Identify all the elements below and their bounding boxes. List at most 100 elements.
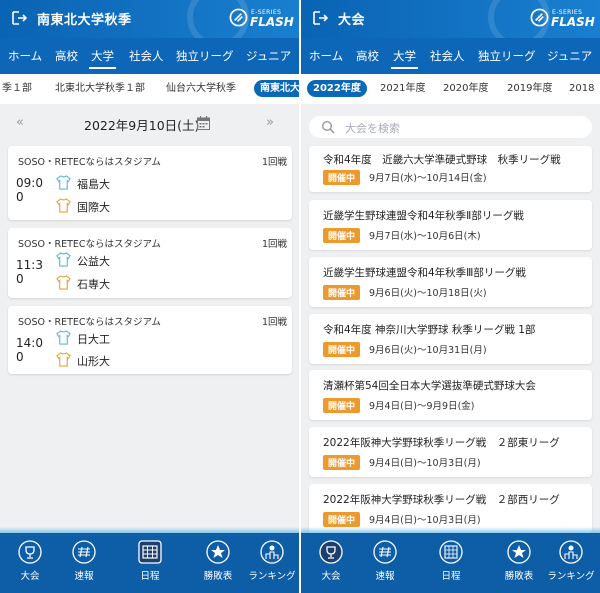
status-badge: 開催中 [323,342,361,357]
tournament-name: 近畿学生野球連盟令和4年秋季Ⅱ部リーグ戦 [323,210,524,222]
tournament-period: 9月6日(火)〜10月18日(火) [369,288,487,299]
status-badge: 開催中 [323,228,361,243]
tab-independent-league[interactable]: 独立リーグ [478,48,536,64]
nav-label: ランキング [547,571,595,582]
league-tab-active[interactable]: 南東北大 [254,80,299,97]
brand-logo: E-SERIES FLASH [229,6,294,32]
prev-day-button[interactable]: « [16,115,24,130]
game-card[interactable]: SOSO・RETECならはスタジアム 1回戦 09:0 0 福島大 国際大 [8,146,292,220]
next-day-button[interactable]: » [266,115,274,130]
tournament-card[interactable]: 近畿学生野球連盟令和4年秋季Ⅲ部リーグ戦 開催中 9月6日(火)〜10月18日(… [309,257,592,307]
nav-ranking[interactable]: ランキング [541,540,600,590]
tab-home[interactable]: ホーム [8,48,42,64]
year-tab[interactable]: 2020年度 [443,80,488,97]
brand-name-text: FLASH [250,15,294,29]
tournament-card[interactable]: 令和4年度 神奈川大学野球 秋季リーグ戦 1部 開催中 9月6日(火)〜10月3… [309,314,592,364]
status-badge: 開催中 [323,398,361,413]
league-tab[interactable]: 仙台六大学秋季 [166,80,236,97]
tournament-card[interactable]: 清瀬杯第54回全日本大学選抜準硬式野球大会 開催中 9月4日(日)〜9月9日(金… [309,370,592,420]
tournament-period: 9月4日(日)〜9月9日(金) [369,401,475,412]
game-card[interactable]: SOSO・RETECならはスタジアム 1回戦 14:0 0 日大工 山形大 [8,306,292,374]
tab-university[interactable]: 大学 [391,48,418,69]
year-tabs: 2022年度 2021年度 2020年度 2019年度 2018 [301,74,600,104]
status-badge: 開催中 [323,455,361,470]
trophy-icon [18,540,42,564]
tab-independent-league[interactable]: 独立リーグ [176,48,234,64]
home-team: 公益大 [77,255,110,268]
league-tab[interactable]: 北東北大学秋季１部 [55,80,145,97]
tournament-name: 近畿学生野球連盟令和4年秋季Ⅲ部リーグ戦 [323,267,526,279]
round-label: 1回戦 [261,239,287,250]
search-icon [321,120,335,134]
ranking-icon [559,540,583,564]
game-card[interactable]: SOSO・RETECならはスタジアム 1回戦 11:3 0 公益大 石専大 [8,228,292,298]
nav-tournament[interactable]: 大会 [0,540,60,590]
tab-high-school[interactable]: 高校 [55,48,78,64]
nav-ranking[interactable]: ランキング [242,540,299,590]
tournament-name: 令和4年度 近畿六大学準硬式野球 秋季リーグ戦 [323,154,561,166]
live-score-icon [373,540,397,564]
round-label: 1回戦 [261,317,287,328]
bottom-nav: 大会 速報 日程 勝敗表 ランキング [0,527,299,593]
year-tab[interactable]: 2018 [569,80,594,97]
nav-label: 速報 [74,571,94,582]
nav-live[interactable]: 速報 [54,540,114,590]
star-icon [206,540,230,564]
tournament-screen: 大会 E-SERIES FLASH ホーム 高校 大学 社会人 独立リーグ ジュ… [301,0,600,593]
tab-junior[interactable]: ジュニア [547,48,592,64]
nav-label: 日程 [140,571,160,582]
ranking-icon [260,540,284,564]
tournament-period: 9月7日(水)〜10月14日(金) [369,173,487,184]
away-shirt-icon [56,198,71,213]
search-placeholder: 大会を検索 [345,122,400,135]
game-time: 14:0 0 [16,336,43,364]
year-tab[interactable]: 2019年度 [507,80,552,97]
away-team: 石専大 [77,278,110,291]
league-tab[interactable]: 季１部 [2,80,32,97]
page-title: 南東北大学秋季 [37,13,132,28]
exit-icon[interactable] [10,9,28,27]
nav-schedule[interactable]: 日程 [120,540,180,590]
schedule-screen: 南東北大学秋季 E-SERIES FLASH ホーム 高校 大学 社会人 独立リ… [0,0,299,593]
status-badge: 開催中 [323,170,361,185]
tournament-name: 令和4年度 神奈川大学野球 秋季リーグ戦 1部 [323,324,536,336]
tournament-period: 9月6日(火)〜10月31日(月) [369,345,487,356]
nav-label: 大会 [321,571,341,582]
category-tabs: ホーム 高校 大学 社会人 独立リーグ ジュニア [0,38,299,74]
nav-standings[interactable]: 勝敗表 [188,540,248,590]
game-time: 09:0 0 [16,176,43,204]
tournament-period: 9月4日(日)〜10月3日(月) [369,515,481,526]
tab-university[interactable]: 大学 [89,48,116,69]
calendar-icon[interactable] [197,116,210,130]
tournament-period: 9月7日(水)〜10月6日(木) [369,231,481,242]
tournament-card[interactable]: 2022年阪神大学野球秋季リーグ戦 ２部東リーグ 開催中 9月4日(日)〜10月… [309,427,592,477]
nav-schedule[interactable]: 日程 [421,540,481,590]
year-tab[interactable]: 2021年度 [380,80,425,97]
tournament-card[interactable]: 令和4年度 近畿六大学準硬式野球 秋季リーグ戦 開催中 9月7日(水)〜10月1… [309,146,592,192]
search-input[interactable]: 大会を検索 [309,116,592,138]
nav-standings[interactable]: 勝敗表 [489,540,549,590]
away-team: 山形大 [77,355,110,368]
round-label: 1回戦 [261,157,287,168]
tournament-name: 清瀬杯第54回全日本大学選抜準硬式野球大会 [323,380,536,392]
nav-live[interactable]: 速報 [355,540,415,590]
tournament-name: 2022年阪神大学野球秋季リーグ戦 ２部東リーグ [323,437,560,449]
nav-tournament[interactable]: 大会 [301,540,361,590]
tournament-card[interactable]: 近畿学生野球連盟令和4年秋季Ⅱ部リーグ戦 開催中 9月7日(水)〜10月6日(木… [309,200,592,250]
nav-label: 大会 [20,571,40,582]
nav-label: ランキング [248,571,296,582]
tab-high-school[interactable]: 高校 [356,48,379,64]
nav-label: 速報 [375,571,395,582]
nav-label: 勝敗表 [504,571,534,582]
brand-mark-icon [229,8,248,27]
year-tab-active[interactable]: 2022年度 [307,80,367,97]
tab-working-adult[interactable]: 社会人 [430,48,465,64]
brand-name-text: FLASH [551,15,595,29]
status-badge: 開催中 [323,285,361,300]
tab-working-adult[interactable]: 社会人 [129,48,164,64]
tab-home[interactable]: ホーム [309,48,343,64]
app-header: 大会 E-SERIES FLASH [301,0,600,48]
venue-name: SOSO・RETECならはスタジアム [18,157,161,168]
tab-junior[interactable]: ジュニア [246,48,291,64]
exit-icon[interactable] [311,9,329,27]
